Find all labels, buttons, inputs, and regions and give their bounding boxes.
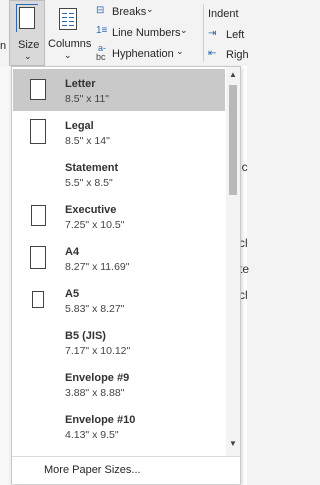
- ribbon-page-setup: n Size ⌄ Columns ⌄ ⊟ Breaks ⌄ 1≡ Line Nu…: [0, 0, 249, 67]
- paper-size-item-a4[interactable]: A4 8.27" x 11.69": [13, 237, 225, 279]
- paper-size-dims: 5.83" x 8.27": [65, 303, 125, 315]
- breaks-button[interactable]: ⊟ Breaks ⌄: [96, 4, 196, 22]
- chevron-down-icon: ⌄: [146, 4, 154, 14]
- more-paper-sizes-button[interactable]: More Paper Sizes...: [12, 456, 240, 484]
- paper-size-dropdown: Letter 8.5" x 11" Legal 8.5" x 14" State…: [11, 66, 241, 484]
- paper-size-name: Executive: [65, 204, 117, 216]
- paper-size-dims: 8.5" x 11": [65, 93, 110, 105]
- size-button[interactable]: Size ⌄: [9, 0, 45, 66]
- paper-size-name: Legal: [65, 120, 94, 132]
- paper-size-name: Statement: [65, 162, 119, 174]
- columns-button[interactable]: Columns ⌄: [46, 0, 92, 66]
- indent-right-icon: ⇤: [208, 48, 217, 59]
- columns-label: Columns: [48, 38, 92, 50]
- truncated-label: n: [0, 40, 7, 52]
- paper-size-dims: 5.5" x 8.5": [65, 177, 113, 189]
- ribbon-divider: [203, 4, 204, 62]
- page-icon: [30, 246, 46, 269]
- indent-label: Indent: [208, 8, 239, 20]
- paper-size-item-envelope-10[interactable]: Envelope #10 4.13" x 9.5": [13, 405, 225, 447]
- paper-size-name: Envelope #10: [65, 414, 136, 426]
- breaks-label: Breaks: [112, 6, 147, 18]
- paper-size-item-executive[interactable]: Executive 7.25" x 10.5": [13, 195, 225, 237]
- paper-size-dims: 7.25" x 10.5": [65, 219, 125, 231]
- paper-size-item-b5-jis[interactable]: B5 (JIS) 7.17" x 10.12": [13, 321, 225, 363]
- paper-size-dims: 4.13" x 9.5": [65, 429, 119, 441]
- hyphen-glyph-bottom: bc: [96, 52, 106, 62]
- indent-right-field[interactable]: ⇤ Righ: [208, 47, 249, 63]
- indent-left-label: Left: [226, 29, 245, 41]
- paper-size-dims: 7.17" x 10.12": [65, 345, 131, 357]
- paper-size-name: A5: [65, 288, 80, 300]
- paper-size-item-letter[interactable]: Letter 8.5" x 11": [13, 69, 225, 111]
- chevron-down-icon: ⌄: [24, 51, 32, 61]
- scroll-up-icon[interactable]: ▲: [226, 68, 240, 82]
- chevron-down-icon: ⌄: [180, 25, 188, 35]
- chevron-down-icon: ⌄: [64, 50, 72, 60]
- paper-size-dims: 8.5" x 14": [65, 135, 110, 147]
- paper-size-item-statement[interactable]: Statement 5.5" x 8.5": [13, 153, 225, 195]
- paper-size-item-legal[interactable]: Legal 8.5" x 14": [13, 111, 225, 153]
- more-paper-sizes-label: More Paper Sizes...: [44, 464, 141, 476]
- indent-left-field[interactable]: ⇥ Left: [208, 27, 247, 43]
- page-icon: [30, 79, 46, 100]
- dropdown-scrollbar[interactable]: ▲ ▼: [226, 67, 240, 456]
- scroll-thumb[interactable]: [229, 85, 237, 195]
- indent-right-label: Righ: [226, 49, 249, 61]
- paper-size-dims: 8.27" x 11.69": [65, 261, 130, 273]
- hyphenation-label: Hyphenation: [112, 48, 174, 60]
- line-numbers-button[interactable]: 1≡ Line Numbers ⌄: [96, 24, 196, 42]
- columns-icon: [59, 8, 77, 30]
- page-size-icon: [16, 4, 38, 32]
- page-icon: [30, 119, 46, 144]
- page-icon: [32, 291, 44, 308]
- paper-size-item-envelope-9[interactable]: Envelope #9 3.88" x 8.88": [13, 363, 225, 405]
- line-numbers-label: Line Numbers: [112, 27, 181, 39]
- indent-left-icon: ⇥: [208, 28, 217, 39]
- line-numbers-icon: 1≡: [96, 25, 108, 36]
- paper-size-name: A4: [65, 246, 80, 258]
- paper-size-name: Letter: [65, 78, 96, 90]
- left-margin-area: [0, 66, 11, 485]
- paper-size-dims: 3.88" x 8.88": [65, 387, 125, 399]
- hyphenation-button[interactable]: a- bc Hyphenation ⌄: [96, 44, 196, 64]
- paper-size-name: Envelope #9: [65, 372, 130, 384]
- paper-size-name: B5 (JIS): [65, 330, 106, 342]
- paper-size-list: Letter 8.5" x 11" Legal 8.5" x 14" State…: [12, 67, 226, 456]
- scroll-down-icon[interactable]: ▼: [226, 437, 240, 451]
- page-icon: [31, 205, 46, 226]
- chevron-down-icon: ⌄: [176, 46, 184, 56]
- paper-size-item-a5[interactable]: A5 5.83" x 8.27": [13, 279, 225, 321]
- size-label: Size: [18, 39, 40, 51]
- breaks-icon: ⊟: [96, 5, 105, 16]
